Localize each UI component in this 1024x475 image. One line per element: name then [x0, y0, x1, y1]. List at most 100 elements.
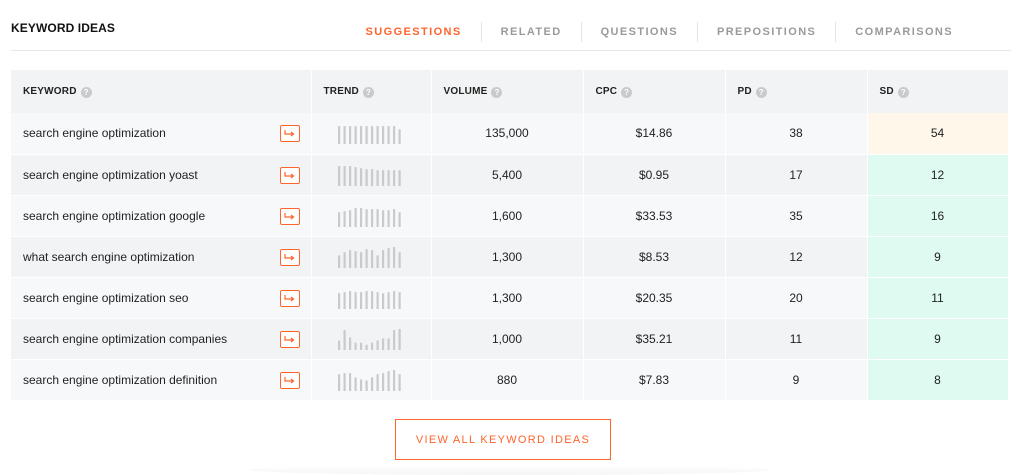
trend-bar [338, 211, 341, 227]
table-row: search engine optimization google 1,600 $3… [11, 195, 1009, 237]
column-header-pd[interactable]: PD? [725, 70, 868, 113]
trend-bar [338, 126, 341, 145]
tab-questions[interactable]: QUESTIONS [580, 22, 697, 42]
trend-bar [371, 290, 374, 309]
open-keyword-icon[interactable] [279, 371, 300, 389]
cpc-cell: $0.95 [583, 154, 726, 196]
view-all-keyword-ideas-button[interactable]: VIEW ALL KEYWORD IDEAS [395, 419, 611, 460]
trend-bar [338, 373, 341, 391]
trend-bar [343, 251, 346, 268]
trend-bar [360, 378, 363, 391]
trend-bar [393, 369, 396, 391]
open-keyword-icon[interactable] [279, 207, 300, 225]
column-header-volume[interactable]: VOLUME? [431, 70, 584, 113]
trend-bar [354, 250, 357, 268]
table-row: search engine optimization definition 880… [11, 359, 1009, 401]
tab-prepositions[interactable]: PREPOSITIONS [696, 22, 835, 42]
trend-bar [338, 340, 341, 350]
trend-bar [398, 169, 401, 186]
trend-bar [387, 126, 390, 145]
open-keyword-icon[interactable] [279, 330, 300, 348]
column-header-keyword[interactable]: KEYWORD? [11, 70, 312, 113]
keyword-text[interactable]: search engine optimization [23, 126, 166, 140]
keyword-text[interactable]: search engine optimization definition [23, 373, 217, 387]
trend-bar [387, 337, 390, 350]
tab-related[interactable]: RELATED [480, 22, 581, 42]
open-keyword-icon[interactable] [279, 289, 300, 307]
keyword-cell: search engine optimization yoast [11, 154, 312, 196]
trend-bar [382, 126, 385, 145]
trend-bar [343, 126, 346, 145]
trend-bar [387, 209, 390, 227]
column-header-trend-label: TREND [323, 85, 359, 97]
trend-bar [393, 246, 396, 268]
open-keyword-icon[interactable] [279, 166, 300, 184]
sd-cell: 54 [867, 113, 1009, 155]
keyword-text[interactable]: search engine optimization yoast [23, 168, 198, 182]
keyword-cell: what search engine optimization [11, 236, 312, 278]
pd-cell: 38 [725, 113, 868, 155]
column-header-sd[interactable]: SD? [867, 70, 1009, 113]
trend-bar [382, 209, 385, 227]
trend-cell [311, 318, 432, 360]
trend-bar [338, 165, 341, 186]
trend-bar [365, 126, 368, 145]
keyword-text[interactable]: search engine optimization seo [23, 291, 188, 305]
trend-bar [382, 249, 385, 268]
trend-bar [354, 126, 357, 145]
trend-bar [398, 373, 401, 391]
trend-bar [371, 376, 374, 391]
trend-bar [371, 208, 374, 227]
trend-bar [343, 291, 346, 309]
trend-cell [311, 113, 432, 155]
cpc-cell: $8.53 [583, 236, 726, 278]
trend-bar [393, 126, 396, 145]
trend-cell [311, 195, 432, 237]
cpc-cell: $14.86 [583, 113, 726, 155]
tab-comparisons[interactable]: COMPARISONS [835, 22, 972, 42]
trend-sparkline [338, 207, 401, 227]
pd-cell: 9 [725, 359, 868, 401]
keyword-text[interactable]: what search engine optimization [23, 250, 194, 264]
trend-bar [376, 208, 379, 227]
trend-bar [376, 169, 379, 186]
keyword-cell: search engine optimization seo [11, 277, 312, 319]
trend-bar [365, 168, 368, 186]
trend-sparkline [338, 290, 401, 309]
open-keyword-icon[interactable] [279, 125, 300, 142]
help-icon[interactable]: ? [621, 86, 633, 98]
trend-bar [354, 207, 357, 227]
trend-bar [360, 167, 363, 186]
trend-bar [343, 210, 346, 227]
trend-bar [360, 291, 363, 309]
help-icon[interactable]: ? [491, 86, 503, 98]
keyword-text[interactable]: search engine optimization google [23, 209, 205, 223]
column-header-cpc[interactable]: CPC? [583, 70, 726, 113]
keyword-cell: search engine optimization [11, 113, 312, 155]
trend-bar [393, 290, 396, 309]
open-keyword-icon[interactable] [279, 248, 300, 266]
trend-bar [393, 329, 396, 350]
trend-bar [354, 166, 357, 186]
trend-bar [382, 372, 385, 391]
help-icon[interactable]: ? [897, 86, 909, 98]
column-header-trend[interactable]: TREND? [311, 70, 432, 113]
trend-cell [311, 236, 432, 278]
keyword-text[interactable]: search engine optimization companies [23, 332, 227, 346]
trend-sparkline [338, 369, 401, 391]
tab-suggestions[interactable]: SUGGESTIONS [347, 22, 481, 42]
trend-bar [360, 342, 363, 350]
sd-cell: 9 [867, 318, 1009, 360]
table-row: search engine optimization seo 1,300 $20.3… [11, 277, 1009, 319]
trend-bar [376, 126, 379, 145]
trend-bar [398, 291, 401, 309]
help-icon[interactable]: ? [362, 86, 374, 98]
volume-cell: 1,000 [431, 318, 584, 360]
help-icon[interactable]: ? [80, 86, 92, 98]
trend-bar [338, 254, 341, 268]
trend-bar [371, 126, 374, 145]
help-icon[interactable]: ? [755, 86, 767, 98]
trend-bar [371, 168, 374, 186]
table-header-row: KEYWORD? TREND? VOLUME? CPC? PD? SD? [11, 70, 1009, 113]
table-row: search engine optimization companies 1,00… [11, 318, 1009, 360]
